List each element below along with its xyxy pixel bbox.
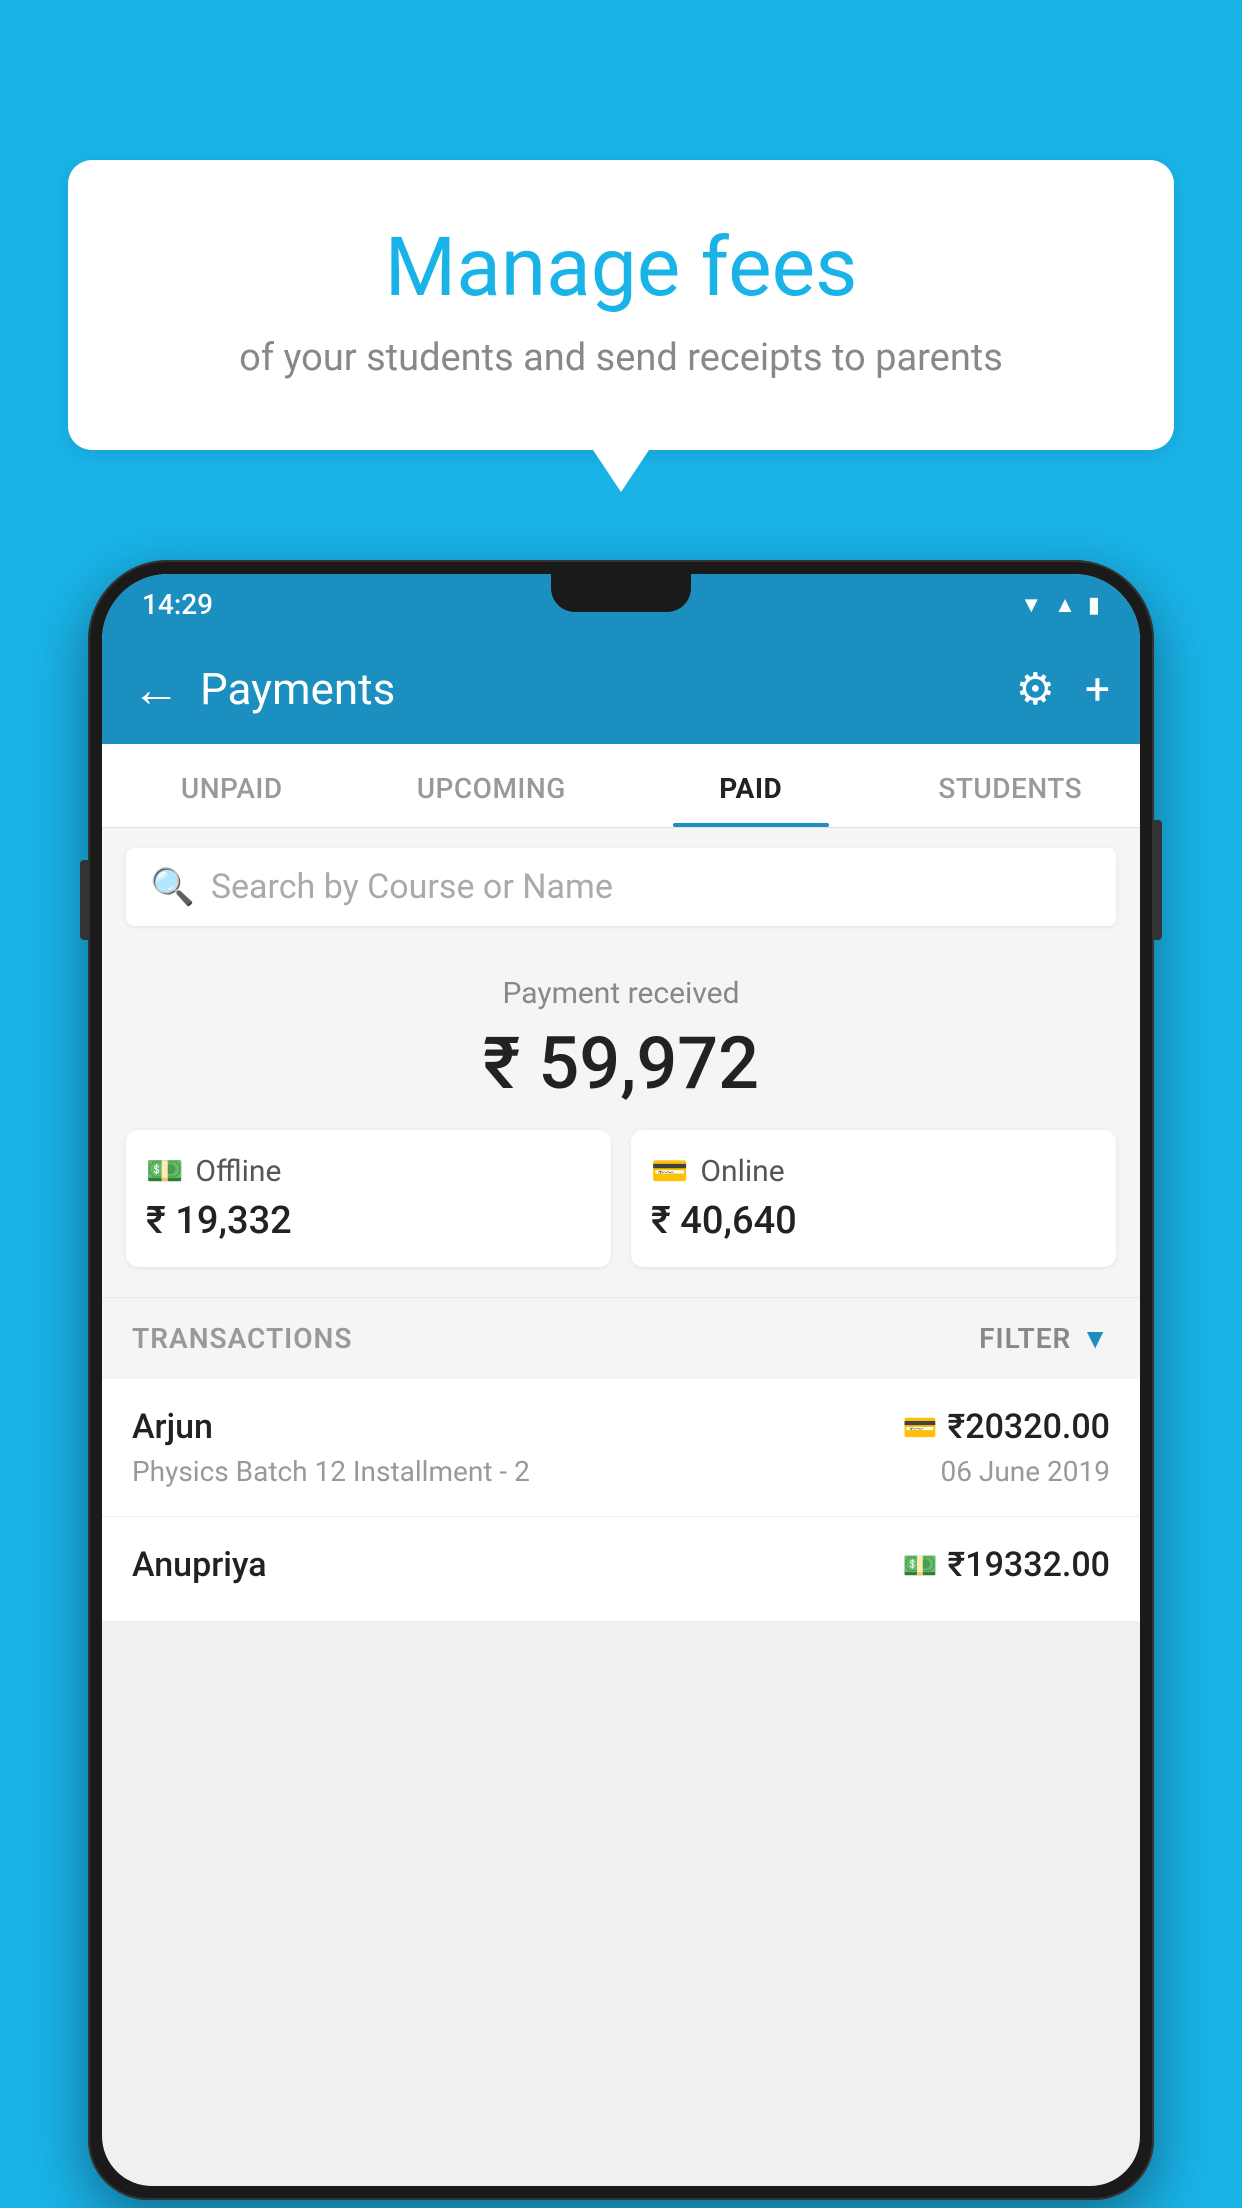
wifi-icon (1020, 590, 1042, 618)
payment-method-icon: 💳 (903, 1411, 938, 1444)
back-button[interactable]: ← (132, 661, 180, 718)
bubble-title: Manage fees (108, 220, 1134, 316)
offline-card-header: 💵 Offline (146, 1154, 591, 1189)
transaction-amount-wrap: 💳 ₹20320.00 (903, 1407, 1110, 1447)
power-button (1154, 820, 1162, 940)
search-input[interactable]: Search by Course or Name (211, 867, 613, 907)
volume-button (80, 860, 88, 940)
transaction-row[interactable]: Anupriya 💵 ₹19332.00 (102, 1517, 1140, 1622)
transaction-name: Anupriya (132, 1545, 267, 1585)
bubble-subtitle: of your students and send receipts to pa… (108, 336, 1134, 380)
offline-label: Offline (195, 1154, 281, 1189)
payment-total-amount: ₹ 59,972 (126, 1021, 1116, 1106)
app-bar-icons: ⚙ + (1016, 663, 1110, 715)
tab-paid[interactable]: PAID (621, 744, 881, 827)
transaction-amount: ₹20320.00 (948, 1407, 1110, 1447)
tabs-container: UNPAID UPCOMING PAID STUDENTS (102, 744, 1140, 828)
phone-screen: 14:29 ← Payments ⚙ + UNPAID (102, 574, 1140, 2186)
transaction-top-row: Arjun 💳 ₹20320.00 (132, 1407, 1110, 1447)
app-bar: ← Payments ⚙ + (102, 634, 1140, 744)
filter-label: FILTER (979, 1322, 1071, 1355)
payment-method-icon: 💵 (903, 1549, 938, 1582)
add-icon[interactable]: + (1085, 663, 1110, 715)
app-title: Payments (200, 663, 996, 715)
settings-icon[interactable]: ⚙ (1016, 663, 1055, 715)
phone-container: 14:29 ← Payments ⚙ + UNPAID (88, 560, 1154, 2208)
tab-unpaid[interactable]: UNPAID (102, 744, 362, 827)
transaction-row[interactable]: Arjun 💳 ₹20320.00 Physics Batch 12 Insta… (102, 1379, 1140, 1517)
transaction-course: Physics Batch 12 Installment - 2 (132, 1455, 530, 1488)
offline-payment-card: 💵 Offline ₹ 19,332 (126, 1130, 611, 1267)
tab-upcoming[interactable]: UPCOMING (362, 744, 622, 827)
transaction-amount: ₹19332.00 (948, 1545, 1110, 1585)
battery-icon (1088, 590, 1100, 618)
search-container: 🔍 Search by Course or Name (102, 828, 1140, 946)
transaction-amount-wrap: 💵 ₹19332.00 (903, 1545, 1110, 1585)
tab-students[interactable]: STUDENTS (881, 744, 1141, 827)
online-card-header: 💳 Online (651, 1154, 1096, 1189)
online-payment-card: 💳 Online ₹ 40,640 (631, 1130, 1116, 1267)
filter-icon: ▼ (1081, 1322, 1110, 1355)
online-icon: 💳 (651, 1154, 688, 1189)
online-amount: ₹ 40,640 (651, 1199, 1096, 1243)
phone-outer: 14:29 ← Payments ⚙ + UNPAID (88, 560, 1154, 2200)
status-time: 14:29 (142, 588, 213, 621)
transaction-date: 06 June 2019 (940, 1455, 1110, 1488)
payment-cards: 💵 Offline ₹ 19,332 💳 Online ₹ 40,640 (126, 1130, 1116, 1267)
offline-icon: 💵 (146, 1154, 183, 1189)
transaction-top-row: Anupriya 💵 ₹19332.00 (132, 1545, 1110, 1585)
payment-section: Payment received ₹ 59,972 💵 Offline ₹ 19… (102, 946, 1140, 1297)
speech-bubble: Manage fees of your students and send re… (68, 160, 1174, 450)
online-label: Online (700, 1154, 784, 1189)
search-box[interactable]: 🔍 Search by Course or Name (126, 848, 1116, 926)
payment-received-label: Payment received (126, 976, 1116, 1011)
status-icons (1020, 590, 1100, 618)
transactions-label: TRANSACTIONS (132, 1322, 352, 1355)
search-icon: 🔍 (150, 866, 195, 908)
transaction-bottom-row: Physics Batch 12 Installment - 2 06 June… (132, 1455, 1110, 1488)
transactions-header: TRANSACTIONS FILTER ▼ (102, 1297, 1140, 1379)
transaction-name: Arjun (132, 1407, 213, 1447)
signal-icon (1054, 590, 1076, 618)
filter-button[interactable]: FILTER ▼ (979, 1322, 1110, 1355)
phone-notch (551, 574, 691, 612)
offline-amount: ₹ 19,332 (146, 1199, 591, 1243)
